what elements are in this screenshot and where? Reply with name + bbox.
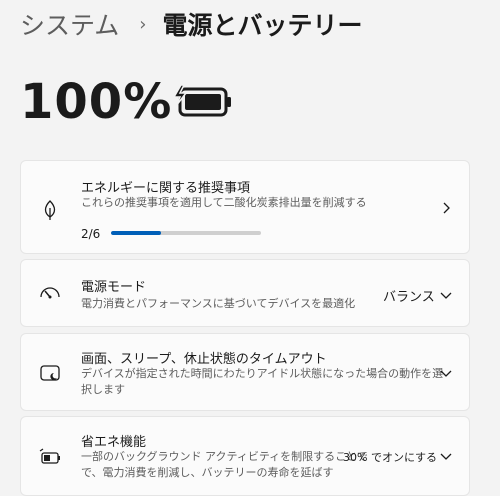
battery-charging-icon <box>172 84 231 117</box>
energy-recommendations-title: エネルギーに関する推奨事項 <box>81 181 251 196</box>
battery-saver-value[interactable]: 30% でオンにする <box>343 449 437 465</box>
battery-saver-title: 省エネ機能 <box>81 435 147 450</box>
energy-recommendations-desc: これらの推奨事項を適用して二酸化炭素排出量を削減する <box>81 196 367 209</box>
recommendations-progress-bar <box>111 231 261 235</box>
chevron-down-icon[interactable] <box>439 288 453 302</box>
recommendations-progress-fill <box>111 231 161 235</box>
leaf-icon <box>44 200 56 220</box>
battery-saver-desc-line2: で、電力消費を削減し、バッテリーの寿命を延ばす <box>81 466 334 479</box>
page-title: 電源とバッテリー <box>162 11 363 40</box>
battery-status: 100% <box>20 72 172 132</box>
power-mode-value[interactable]: バランス <box>383 286 435 305</box>
chevron-down-icon[interactable] <box>439 449 453 463</box>
chevron-down-icon[interactable] <box>439 366 453 380</box>
gauge-icon <box>40 287 60 299</box>
power-mode-desc: 電力消費とパフォーマンスに基づいてデバイスを最適化 <box>81 297 356 310</box>
battery-saver-icon <box>39 448 60 464</box>
battery-percent: 100% <box>20 74 173 130</box>
battery-saver-desc-line1: 一部のバックグラウンド アクティビティを制限することで <box>81 450 368 463</box>
screen-sleep-desc-line2: 択します <box>81 383 125 396</box>
screen-sleep-desc-line1: デバイスが指定された時間にわたりアイドル状態になった場合の動作を選 <box>81 367 444 380</box>
screen-sleep-icon <box>40 365 60 381</box>
power-mode-card[interactable]: 電源モード 電力消費とパフォーマンスに基づいてデバイスを最適化 バランス <box>20 259 470 327</box>
power-mode-title: 電源モード <box>81 280 147 295</box>
breadcrumb: システム › 電源とバッテリー <box>20 6 362 42</box>
recommendations-progress-label: 2/6 <box>81 227 101 241</box>
battery-saver-card[interactable]: 省エネ機能 一部のバックグラウンド アクティビティを制限することで で、電力消費… <box>20 416 470 496</box>
breadcrumb-parent-system[interactable]: システム <box>20 6 119 42</box>
breadcrumb-separator: › <box>139 13 147 35</box>
chevron-right-icon[interactable] <box>439 201 453 215</box>
energy-recommendations-card[interactable]: エネルギーに関する推奨事項 これらの推奨事項を適用して二酸化炭素排出量を削減する… <box>20 160 470 254</box>
screen-sleep-title: 画面、スリープ、休止状態のタイムアウト <box>81 352 327 367</box>
screen-sleep-timeout-card[interactable]: 画面、スリープ、休止状態のタイムアウト デバイスが指定された時間にわたりアイドル… <box>20 333 470 411</box>
